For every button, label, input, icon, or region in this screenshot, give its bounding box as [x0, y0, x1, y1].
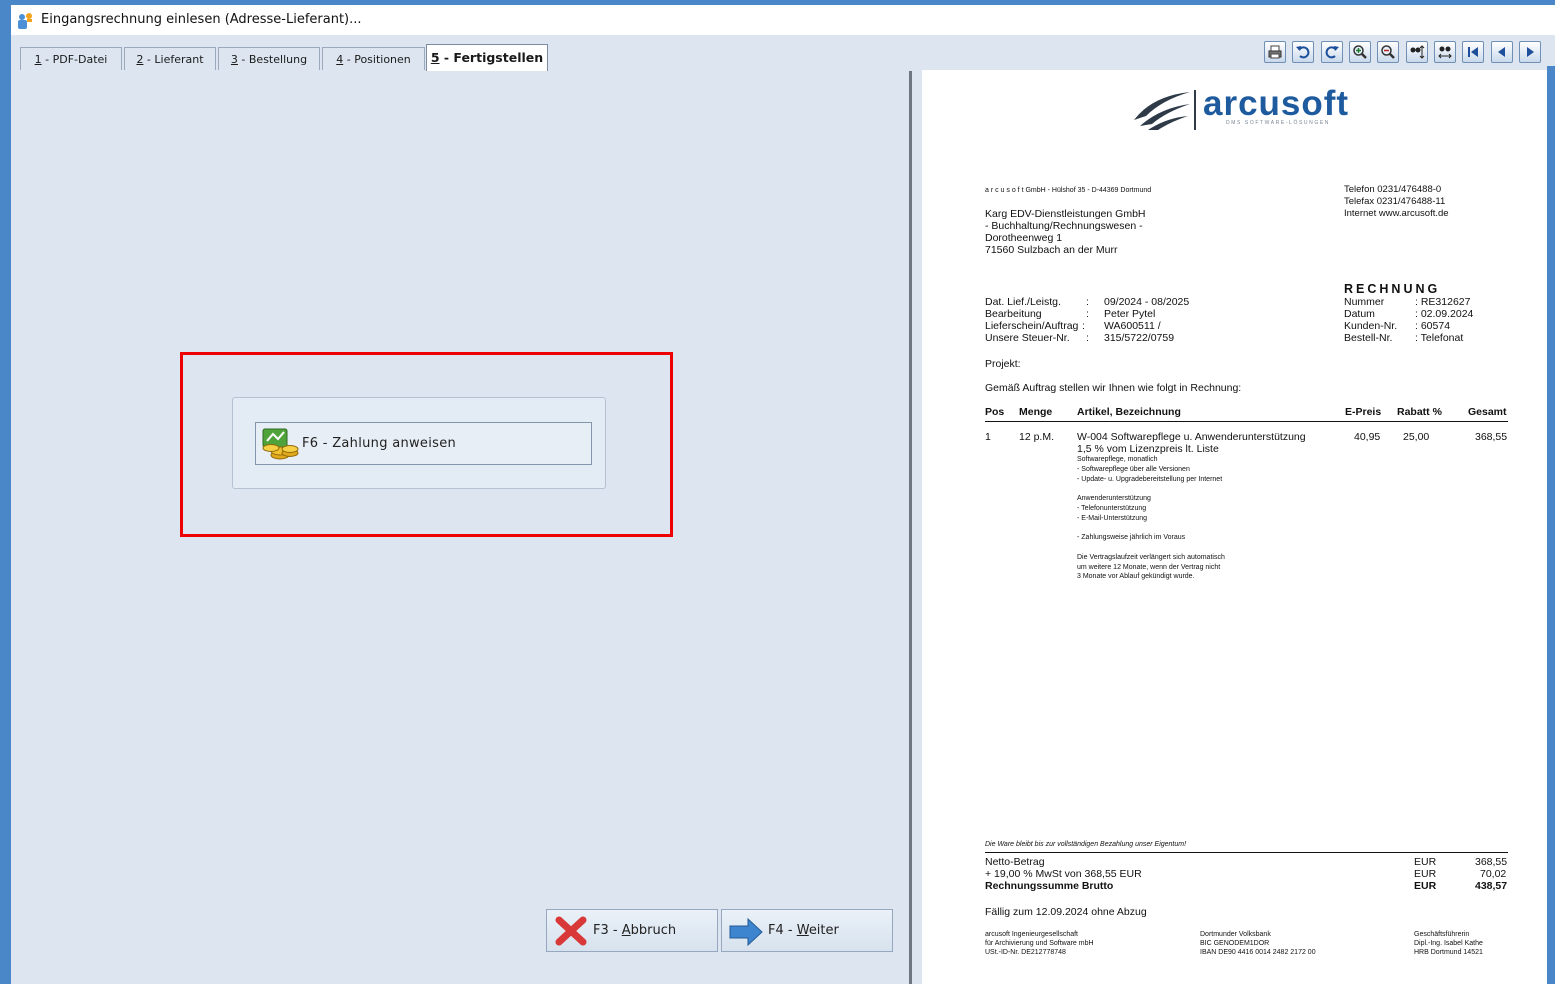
contact-web: Internet www.arcusoft.de: [1344, 208, 1449, 219]
table-cell: 368,55: [1475, 431, 1508, 443]
window-edge: [1547, 66, 1555, 984]
footer-line: BIC GENODEM1DOR: [1200, 940, 1270, 947]
detail-line: Die Vertragslaufzeit verlängert sich aut…: [1077, 554, 1225, 561]
detail-line: - Softwarepflege über alle Versionen: [1077, 466, 1190, 473]
contact-phone: Telefon 0231/476488-0: [1344, 184, 1442, 195]
next-button[interactable]: F4 - Weiter: [721, 909, 893, 952]
detail-line: um weitere 12 Monate, wenn der Vertrag n…: [1077, 564, 1221, 571]
tab-pdf-datei[interactable]: 1 - PDF-Datei: [20, 47, 122, 70]
detail-line: - Zahlungsweise jährlich im Voraus: [1077, 534, 1186, 541]
totals-rule: [985, 852, 1508, 853]
zoom-in-icon[interactable]: [1349, 41, 1371, 63]
pay-instruction-button[interactable]: F6 - Zahlung anweisen: [255, 422, 592, 465]
detail-line: Softwarepflege, monatlich: [1077, 456, 1158, 463]
fit-width-icon[interactable]: [1434, 41, 1456, 63]
next-label: F4 - Weiter: [768, 923, 839, 938]
totals-label: Rechnungssumme Brutto: [985, 880, 1114, 892]
app-icon: [16, 12, 34, 30]
first-page-icon[interactable]: [1462, 41, 1484, 63]
table-header: Gesamt: [1468, 406, 1507, 418]
detail-line: 3 Monate vor Ablauf gekündigt wurde.: [1077, 573, 1195, 580]
logo-text: arcusoft: [1203, 84, 1350, 123]
previous-page-icon[interactable]: [1491, 41, 1513, 63]
table-header: Rabatt %: [1397, 406, 1442, 418]
footer-line: Geschäftsführerin: [1414, 931, 1470, 938]
window-title: Eingangsrechnung einlesen (Adresse-Liefe…: [41, 12, 362, 27]
meta-colon: :: [1082, 320, 1085, 332]
tab-bestellung[interactable]: 3 - Bestellung: [218, 47, 320, 70]
table-header: Menge: [1019, 406, 1053, 418]
tab-lieferant[interactable]: 2 - Lieferant: [124, 47, 216, 70]
table-cell: 1,5 % vom Lizenzpreis lt. Liste: [1077, 443, 1219, 455]
arcusoft-logo: [1132, 86, 1202, 137]
print-icon[interactable]: [1264, 41, 1286, 63]
logo-tagline: DMS SOFTWARE-LÖSUNGEN: [1226, 120, 1330, 126]
coins-icon: [260, 427, 300, 466]
zoom-out-icon[interactable]: [1377, 41, 1399, 63]
footer-line: USt.-ID-Nr. DE212778748: [985, 949, 1066, 956]
next-page-icon[interactable]: [1519, 41, 1541, 63]
table-cell: 1: [985, 431, 991, 443]
tab-fertigstellen[interactable]: 5 - Fertigstellen: [426, 44, 548, 71]
project-label: Projekt:: [985, 358, 1021, 370]
totals-value: 438,57: [1475, 880, 1508, 892]
intro-text: Gemäß Auftrag stellen wir Ihnen wie folg…: [985, 382, 1242, 394]
detail-line: Anwenderunterstützung: [1077, 495, 1151, 502]
footer-line: arcusoft Ingenieurgesellschaft: [985, 931, 1078, 938]
table-header: Pos: [985, 406, 1005, 418]
due-date: Fällig zum 12.09.2024 ohne Abzug: [985, 906, 1147, 918]
document-title: RECHNUNG: [1344, 282, 1441, 296]
close-icon: [555, 916, 587, 951]
arrow-right-icon: [728, 917, 764, 952]
recipient-line: 71560 Sulzbach an der Murr: [985, 244, 1118, 256]
table-header: Artikel, Bezeichnung: [1077, 406, 1181, 418]
cancel-label: F3 - Abbruch: [593, 923, 677, 938]
footnote: Die Ware bleibt bis zur vollständigen Be…: [985, 841, 1187, 848]
table-cell: 40,95: [1354, 431, 1381, 443]
contact-fax: Telefax 0231/476488-11: [1344, 196, 1446, 207]
footer-line: IBAN DE90 4416 0014 2482 2172 00: [1200, 949, 1316, 956]
fit-height-icon[interactable]: [1406, 41, 1428, 63]
cancel-button[interactable]: F3 - Abbruch: [546, 909, 718, 952]
splitter[interactable]: [909, 71, 912, 984]
meta-label: Bestell-Nr.: [1344, 332, 1393, 344]
table-header-rule: [985, 421, 1508, 422]
title-bar: Eingangsrechnung einlesen (Adresse-Liefe…: [11, 5, 1555, 35]
pay-instruction-label: F6 - Zahlung anweisen: [302, 436, 457, 451]
meta-value: 315/5722/0759: [1104, 332, 1175, 344]
meta-value: : Telefonat: [1415, 332, 1464, 344]
footer-line: Dipl.-Ing. Isabel Kathe: [1414, 940, 1483, 947]
meta-label: Unsere Steuer-Nr.: [985, 332, 1070, 344]
totals-currency: EUR: [1414, 880, 1437, 892]
rotate-right-icon[interactable]: [1321, 41, 1343, 63]
footer-line: Dortmunder Volksbank: [1200, 931, 1271, 938]
meta-colon: :: [1086, 308, 1089, 320]
table-header: E-Preis: [1345, 406, 1382, 418]
sender-line: a r c u s o f t GmbH - Hülshof 35 - D-44…: [985, 187, 1152, 194]
detail-line: - E-Mail-Unterstützung: [1077, 515, 1148, 522]
detail-line: - Update- u. Upgradebereitstellung per I…: [1077, 476, 1223, 483]
meta-colon: :: [1086, 332, 1089, 344]
footer-line: für Archivierung und Software mbH: [985, 940, 1094, 947]
table-cell: 12 p.M.: [1019, 431, 1055, 443]
table-cell: 25,00: [1403, 431, 1430, 443]
footer-line: HRB Dortmund 14521: [1414, 949, 1483, 956]
tab-positionen[interactable]: 4 - Positionen: [322, 47, 425, 70]
pdf-preview[interactable]: arcusoft DMS SOFTWARE-LÖSUNGEN a r c u s…: [922, 70, 1547, 984]
rotate-left-icon[interactable]: [1292, 41, 1314, 63]
detail-line: - Telefonunterstützung: [1077, 505, 1147, 512]
